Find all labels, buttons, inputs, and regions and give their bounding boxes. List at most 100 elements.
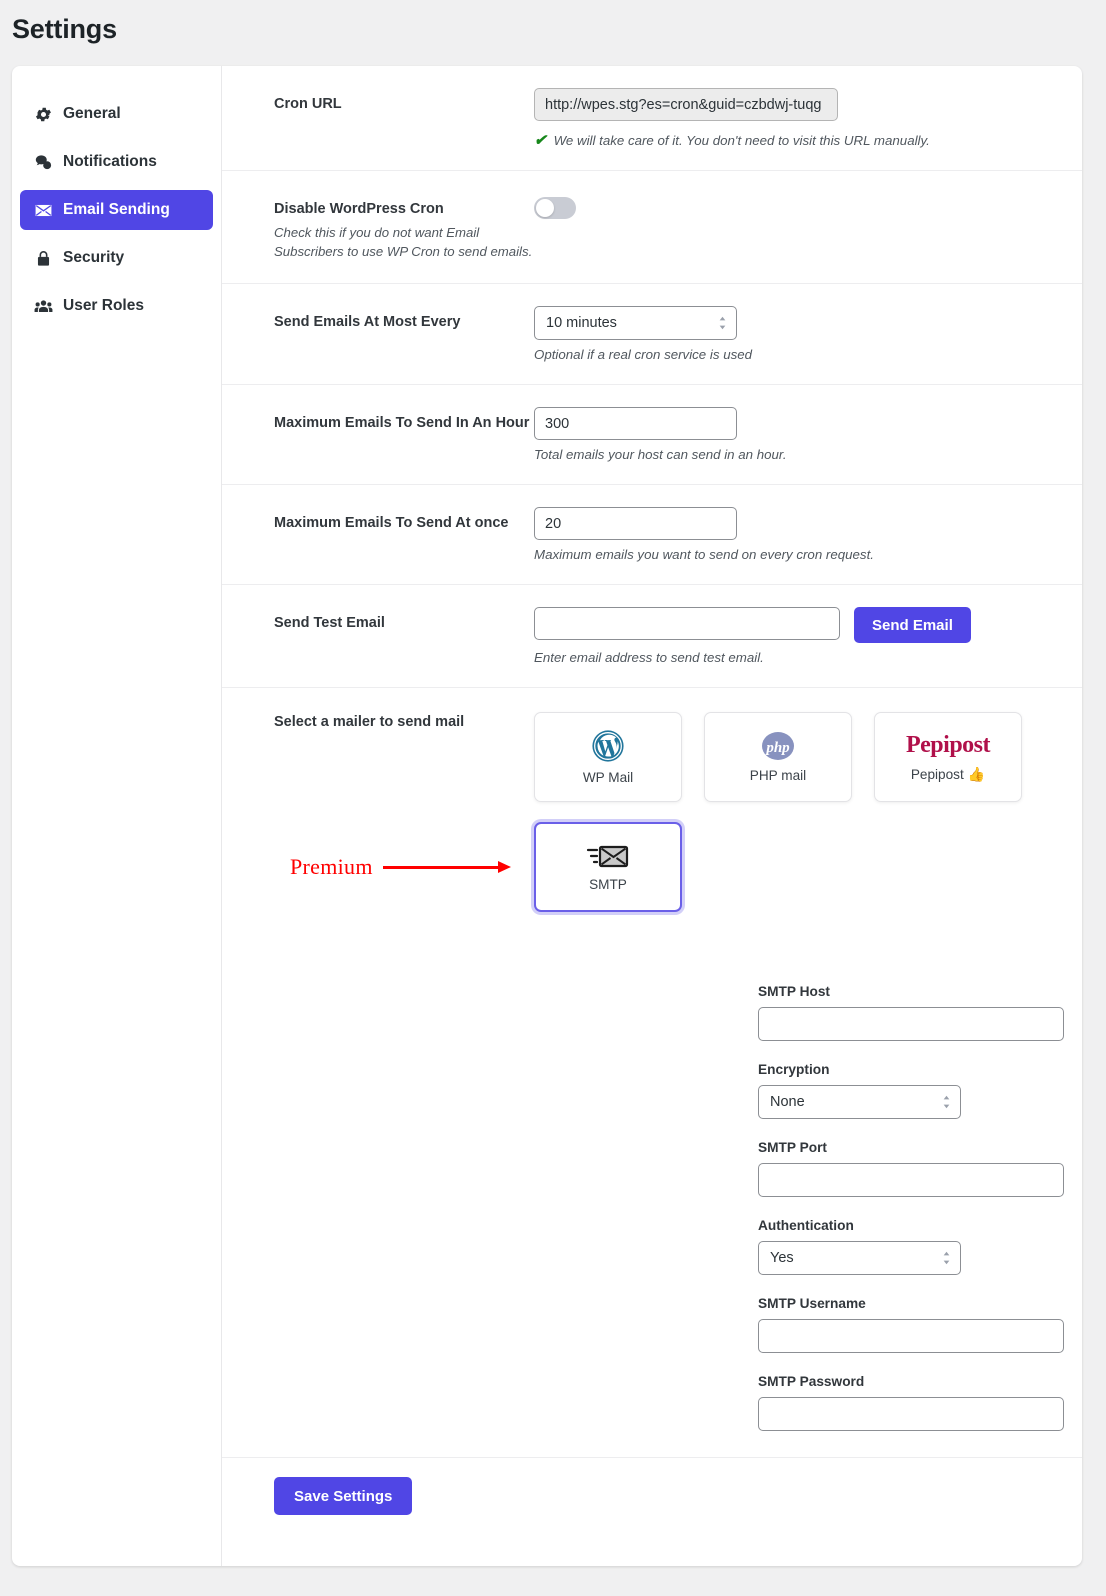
cron-url-hint-text: We will take care of it. You don't need … bbox=[553, 133, 930, 148]
disable-wp-cron-description: Check this if you do not want Email Subs… bbox=[274, 225, 533, 260]
send-test-email-hint: Enter email address to send test email. bbox=[534, 650, 764, 666]
mailer-card-wp-mail[interactable]: WP Mail bbox=[534, 712, 682, 803]
save-settings-zone: Save Settings bbox=[222, 1457, 1082, 1534]
authentication-value: Yes bbox=[770, 1250, 794, 1267]
max-at-once-hint: Maximum emails you want to send on every… bbox=[534, 547, 874, 563]
check-icon: ✔ bbox=[534, 132, 547, 149]
field-encryption: Encryption None bbox=[758, 1062, 1064, 1120]
row-send-test-email: Send Test Email Send Email Enter email a… bbox=[222, 585, 1082, 689]
mailer-head: Select a mailer to send mail WP Mail php… bbox=[274, 712, 1064, 803]
cron-url-input[interactable] bbox=[534, 88, 838, 121]
max-at-once-input[interactable] bbox=[534, 507, 737, 541]
max-per-hour-input[interactable] bbox=[534, 407, 737, 441]
sidebar-item-label: User Roles bbox=[63, 297, 144, 314]
test-email-input[interactable] bbox=[534, 607, 840, 641]
mailer-second-row: Premium SMTP bbox=[274, 822, 1064, 913]
smtp-password-label: SMTP Password bbox=[758, 1374, 865, 1390]
max-per-hour-hint: Total emails your host can send in an ho… bbox=[534, 447, 787, 463]
encryption-value: None bbox=[770, 1094, 805, 1111]
disable-wp-cron-title: Disable WordPress Cron bbox=[274, 201, 444, 217]
wordpress-logo-icon bbox=[592, 730, 624, 762]
field-smtp-password: SMTP Password bbox=[758, 1374, 1064, 1432]
authentication-label: Authentication bbox=[758, 1218, 854, 1234]
php-logo-icon: php bbox=[762, 732, 794, 761]
mailer-card-label: Pepipost 👍 bbox=[910, 765, 986, 782]
disable-wp-cron-label: Disable WordPress Cron Check this if you… bbox=[274, 193, 534, 261]
smtp-host-input[interactable] bbox=[758, 1007, 1064, 1042]
row-send-every: Send Emails At Most Every 10 minutes Opt… bbox=[222, 284, 1082, 386]
users-icon bbox=[34, 297, 53, 316]
mailer-section-label: Select a mailer to send mail bbox=[274, 714, 465, 731]
premium-annotation: Premium bbox=[274, 854, 534, 880]
authentication-select[interactable]: Yes bbox=[758, 1241, 961, 1276]
smtp-port-input[interactable] bbox=[758, 1163, 1064, 1198]
row-max-per-hour: Maximum Emails To Send In An Hour Total … bbox=[222, 385, 1082, 486]
sidebar-item-label: Notifications bbox=[63, 153, 157, 170]
send-every-hint: Optional if a real cron service is used bbox=[534, 347, 753, 363]
field-authentication: Authentication Yes bbox=[758, 1218, 1064, 1276]
smtp-envelope-icon bbox=[586, 846, 629, 868]
smtp-port-label: SMTP Port bbox=[758, 1140, 827, 1156]
send-every-label: Send Emails At Most Every bbox=[274, 314, 461, 331]
mailer-card-smtp[interactable]: SMTP bbox=[534, 822, 682, 913]
sidebar-item-email-sending[interactable]: Email Sending bbox=[20, 190, 213, 230]
save-settings-button[interactable]: Save Settings bbox=[274, 1477, 413, 1516]
page-title: Settings bbox=[12, 14, 117, 44]
mailer-card-label: SMTP bbox=[589, 877, 627, 893]
mailer-selection-section: Select a mailer to send mail WP Mail php… bbox=[222, 688, 1082, 913]
chevron-updown-icon bbox=[719, 317, 726, 330]
mailer-card-label: WP Mail bbox=[582, 770, 634, 786]
settings-card: General Notifications Email Sending Secu… bbox=[12, 66, 1082, 1566]
chevron-updown-icon bbox=[943, 1252, 950, 1265]
thumbs-up-icon: 👍 bbox=[967, 765, 986, 782]
sidebar-item-label: Security bbox=[63, 249, 125, 266]
send-every-select-wrap: 10 minutes bbox=[534, 306, 737, 341]
field-smtp-host: SMTP Host bbox=[758, 984, 1064, 1042]
sidebar-item-notifications[interactable]: Notifications bbox=[20, 142, 213, 182]
smtp-username-input[interactable] bbox=[758, 1319, 1064, 1354]
mailer-card-label: PHP mail bbox=[749, 768, 807, 784]
mailer-grid: WP Mail php PHP mail Pepipost Pepipost 👍 bbox=[534, 712, 1064, 803]
row-disable-wp-cron: Disable WordPress Cron Check this if you… bbox=[222, 171, 1082, 285]
sidebar-item-general[interactable]: General bbox=[20, 94, 213, 134]
pepipost-logo-icon: Pepipost bbox=[905, 731, 991, 758]
max-per-hour-label: Maximum Emails To Send In An Hour bbox=[274, 415, 530, 432]
toggle-knob bbox=[536, 199, 554, 217]
smtp-host-label: SMTP Host bbox=[758, 984, 830, 1000]
gear-icon bbox=[34, 105, 53, 124]
mailer-card-pepipost[interactable]: Pepipost Pepipost 👍 bbox=[874, 712, 1022, 803]
send-test-email-controls: Send Email bbox=[534, 607, 1064, 644]
red-arrow-icon bbox=[382, 861, 511, 874]
chevron-updown-icon bbox=[943, 1096, 950, 1109]
authentication-select-wrap: Yes bbox=[758, 1241, 961, 1276]
max-at-once-label: Maximum Emails To Send At once bbox=[274, 515, 509, 532]
settings-content: Cron URL ✔ We will take care of it. You … bbox=[222, 66, 1082, 1566]
sidebar-item-user-roles[interactable]: User Roles bbox=[20, 286, 213, 326]
sidebar-item-label: Email Sending bbox=[63, 201, 170, 218]
sidebar-item-security[interactable]: Security bbox=[20, 238, 213, 278]
field-smtp-port: SMTP Port bbox=[758, 1140, 1064, 1198]
row-cron-url: Cron URL ✔ We will take care of it. You … bbox=[222, 66, 1082, 171]
smtp-password-input[interactable] bbox=[758, 1397, 1064, 1432]
disable-wp-cron-toggle[interactable] bbox=[534, 197, 576, 219]
settings-sidebar: General Notifications Email Sending Secu… bbox=[12, 66, 222, 1566]
cron-url-hint: ✔ We will take care of it. You don't nee… bbox=[534, 133, 1064, 148]
envelope-icon bbox=[34, 201, 53, 220]
encryption-select-wrap: None bbox=[758, 1085, 961, 1120]
send-email-button[interactable]: Send Email bbox=[854, 607, 971, 644]
encryption-select[interactable]: None bbox=[758, 1085, 961, 1120]
smtp-username-label: SMTP Username bbox=[758, 1296, 866, 1312]
field-smtp-username: SMTP Username bbox=[758, 1296, 1064, 1354]
premium-label: Premium bbox=[290, 854, 373, 880]
send-test-email-label: Send Test Email bbox=[274, 615, 385, 632]
smtp-settings-form: SMTP Host Encryption None SMTP Port Auth… bbox=[222, 912, 1082, 1432]
speech-bubbles-icon bbox=[34, 153, 53, 172]
lock-icon bbox=[34, 249, 53, 268]
mailer-card-php-mail[interactable]: php PHP mail bbox=[704, 712, 852, 803]
sidebar-item-label: General bbox=[63, 105, 121, 122]
send-every-select[interactable]: 10 minutes bbox=[534, 306, 737, 341]
row-max-at-once: Maximum Emails To Send At once Maximum e… bbox=[222, 485, 1082, 586]
svg-text:php: php bbox=[764, 740, 790, 756]
encryption-label: Encryption bbox=[758, 1062, 830, 1078]
cron-url-label: Cron URL bbox=[274, 96, 342, 112]
